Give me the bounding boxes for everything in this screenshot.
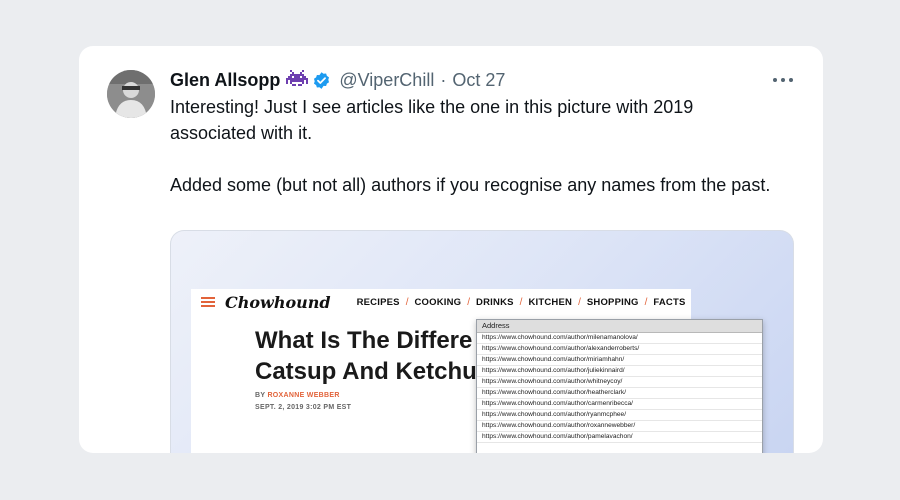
nav-separator: / [467,296,471,308]
nav-separator: / [644,296,648,308]
tweet-media-image[interactable]: Chowhound RECIPES / COOKING / DRINKS / K… [170,230,794,453]
site-logo: Chowhound [225,292,331,312]
nav-item-cooking: COOKING [414,296,462,308]
byline-author: ROXANNE WEBBER [267,392,340,399]
alien-emoji-icon [286,70,309,90]
avatar[interactable] [107,70,155,118]
address-row: https://www.chowhound.com/author/roxanne… [477,421,762,432]
address-row: https://www.chowhound.com/author/carmenr… [477,399,762,410]
site-nav-items: RECIPES / COOKING / DRINKS / KITCHEN / S… [357,297,686,308]
nav-item-drinks: DRINKS [476,296,514,308]
author-handle[interactable]: @ViperChill [339,70,434,91]
author-name[interactable]: Glen Allsopp [170,70,280,91]
nav-item-kitchen: KITCHEN [528,296,573,308]
article-byline: BY ROXANNE WEBBER [255,392,340,399]
tweet-header: Glen Allsopp @ViperChill · Oct 27 [170,68,505,92]
address-row: https://www.chowhound.com/author/milenam… [477,333,762,344]
article-dateline: SEPT. 2, 2019 3:02 PM EST [255,404,352,411]
address-row: https://www.chowhound.com/author/alexand… [477,344,762,355]
verified-badge-icon [312,71,331,90]
byline-prefix: BY [255,392,266,399]
address-row: https://www.chowhound.com/author/ryanmcp… [477,410,762,421]
site-nav-bar: Chowhound RECIPES / COOKING / DRINKS / K… [191,289,691,315]
nav-separator: / [405,296,409,308]
nav-item-shopping: SHOPPING [586,296,639,308]
header-separator: · [440,69,447,90]
address-list-panel: Address https://www.chowhound.com/author… [476,319,763,453]
address-row: https://www.chowhound.com/author/whitney… [477,377,762,388]
tweet-card[interactable]: Glen Allsopp @ViperChill · Oct 27 Intere… [79,46,823,453]
tweet-paragraph: Added some (but not all) authors if you … [170,175,771,195]
tweet-date[interactable]: Oct 27 [452,70,505,91]
nav-separator: / [578,296,581,308]
address-row: https://www.chowhound.com/author/heather… [477,388,762,399]
nav-item-facts: FACTS [653,296,686,308]
address-row: https://www.chowhound.com/author/pamelav… [477,432,762,443]
more-options-icon[interactable] [773,70,793,90]
address-column-header: Address [477,320,762,333]
address-row: https://www.chowhound.com/author/julieki… [477,366,762,377]
tweet-paragraph: Interesting! Just I see articles like th… [170,97,694,143]
nav-separator: / [519,296,523,308]
nav-item-recipes: RECIPES [356,296,400,308]
hamburger-menu-icon [201,297,215,307]
address-row: https://www.chowhound.com/author/miriamh… [477,355,762,366]
tweet-text: Interesting! Just I see articles like th… [170,94,780,198]
